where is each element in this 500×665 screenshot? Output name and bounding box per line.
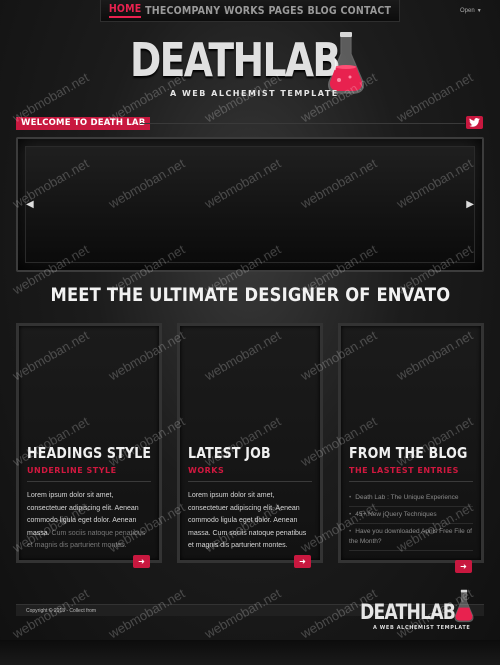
nav-pages[interactable]: PAGES (268, 5, 303, 17)
column-subtitle: THE LASTEST ENTRIES (349, 466, 459, 475)
blog-entry-title: Have you downloaded Apnis Free File of t… (349, 528, 472, 545)
column-title: FROM THE BLOG (349, 444, 490, 462)
column-headings-style: HEADINGS STYLE UNDERLINE STYLE Lorem ips… (16, 323, 162, 563)
flask-icon (328, 32, 364, 94)
column-title-text: HEADINGS STYLE (27, 444, 152, 462)
blog-entry-title: 45+ New jQuery Techniques (355, 511, 437, 518)
column-subtitle: UNDERLINE STYLE (27, 466, 117, 475)
column-body: Lorem ipsum dolor sit amet, consectetuer… (188, 490, 312, 553)
nav-thecompany[interactable]: THECOMPANY (145, 5, 220, 17)
column-body: Lorem ipsum dolor sit amet, consectetuer… (27, 490, 151, 553)
bottom-strip (0, 640, 500, 665)
column-divider (27, 481, 151, 482)
read-more-button[interactable]: ➜ (455, 560, 472, 573)
logo-text: DEATHLAB (130, 33, 341, 87)
footer-logo-tagline: A WEB ALCHEMIST TEMPLATE (373, 625, 471, 631)
copyright-text: Copyright © 2013 - Collect from (26, 608, 97, 614)
footer-logo[interactable]: DEATHLAB A WEB ALCHEMIST TEMPLATE (358, 589, 488, 638)
read-more-button[interactable]: ➜ (133, 555, 150, 568)
bullet-icon: • (349, 528, 352, 535)
column-title: LATEST JOB (188, 444, 287, 462)
bullet-icon: • (349, 494, 352, 501)
chevron-right-icon: ➜ (138, 557, 145, 566)
column-title-text: LATEST JOB (188, 444, 271, 462)
headline: MEET THE ULTIMATE DESIGNER OF ENVATO (0, 284, 500, 306)
blog-entry[interactable]: • 45+ New jQuery Techniques (349, 507, 473, 524)
welcome-label: WELCOME TO DEATH LAB (16, 117, 151, 130)
nav-contact[interactable]: CONTACT (341, 5, 392, 17)
logo-tagline: A WEB ALCHEMIST TEMPLATE (170, 89, 339, 98)
flask-icon (454, 589, 474, 623)
blog-entry-list: • Death Lab : The Unique Experience • 45+ … (349, 490, 473, 551)
column-divider (349, 481, 473, 482)
footer-logo-text: DEATHLAB (360, 600, 456, 624)
main-nav: HOME THECOMPANY WORKS PAGES BLOG CONTACT (100, 0, 400, 22)
slider-next-icon[interactable]: ▶ (466, 199, 474, 210)
chevron-right-icon: ➜ (299, 557, 306, 566)
column-latest-job: LATEST JOB WORKS Lorem ipsum dolor sit a… (177, 323, 323, 563)
blog-entry-title: Death Lab : The Unique Experience (355, 494, 459, 501)
image-slider[interactable]: ◀ ▶ (16, 137, 484, 272)
twitter-bird-icon[interactable] (466, 116, 483, 129)
nav-works[interactable]: WORKS (224, 5, 265, 17)
caret-down-icon: ▼ (476, 8, 482, 14)
column-from-the-blog: FROM THE BLOG THE LASTEST ENTRIES • Death… (338, 323, 484, 563)
column-title: HEADINGS STYLE (27, 444, 175, 462)
slider-prev-icon[interactable]: ◀ (26, 199, 34, 210)
column-subtitle: WORKS (188, 466, 225, 475)
nav-home[interactable]: HOME (108, 3, 142, 18)
slider-viewport (25, 146, 475, 263)
site-logo[interactable]: DEATHLAB (130, 32, 370, 94)
open-label: Open (460, 8, 475, 14)
column-body-main: Lorem ipsum dolor sit amet, consectetuer… (188, 492, 307, 549)
column-title-text: FROM THE BLOG (349, 444, 468, 462)
open-toggle[interactable]: Open ▼ (460, 8, 482, 14)
blog-entry[interactable]: • Have you downloaded Apnis Free File of … (349, 524, 473, 551)
welcome-divider (140, 123, 465, 124)
column-divider (188, 481, 312, 482)
bullet-icon: • (349, 511, 352, 518)
read-more-button[interactable]: ➜ (294, 555, 311, 568)
headline-text: MEET THE ULTIMATE DESIGNER OF ENVATO (50, 284, 450, 306)
nav-blog[interactable]: BLOG (307, 5, 336, 17)
chevron-right-icon: ➜ (460, 562, 467, 571)
blog-entry[interactable]: • Death Lab : The Unique Experience (349, 490, 473, 507)
